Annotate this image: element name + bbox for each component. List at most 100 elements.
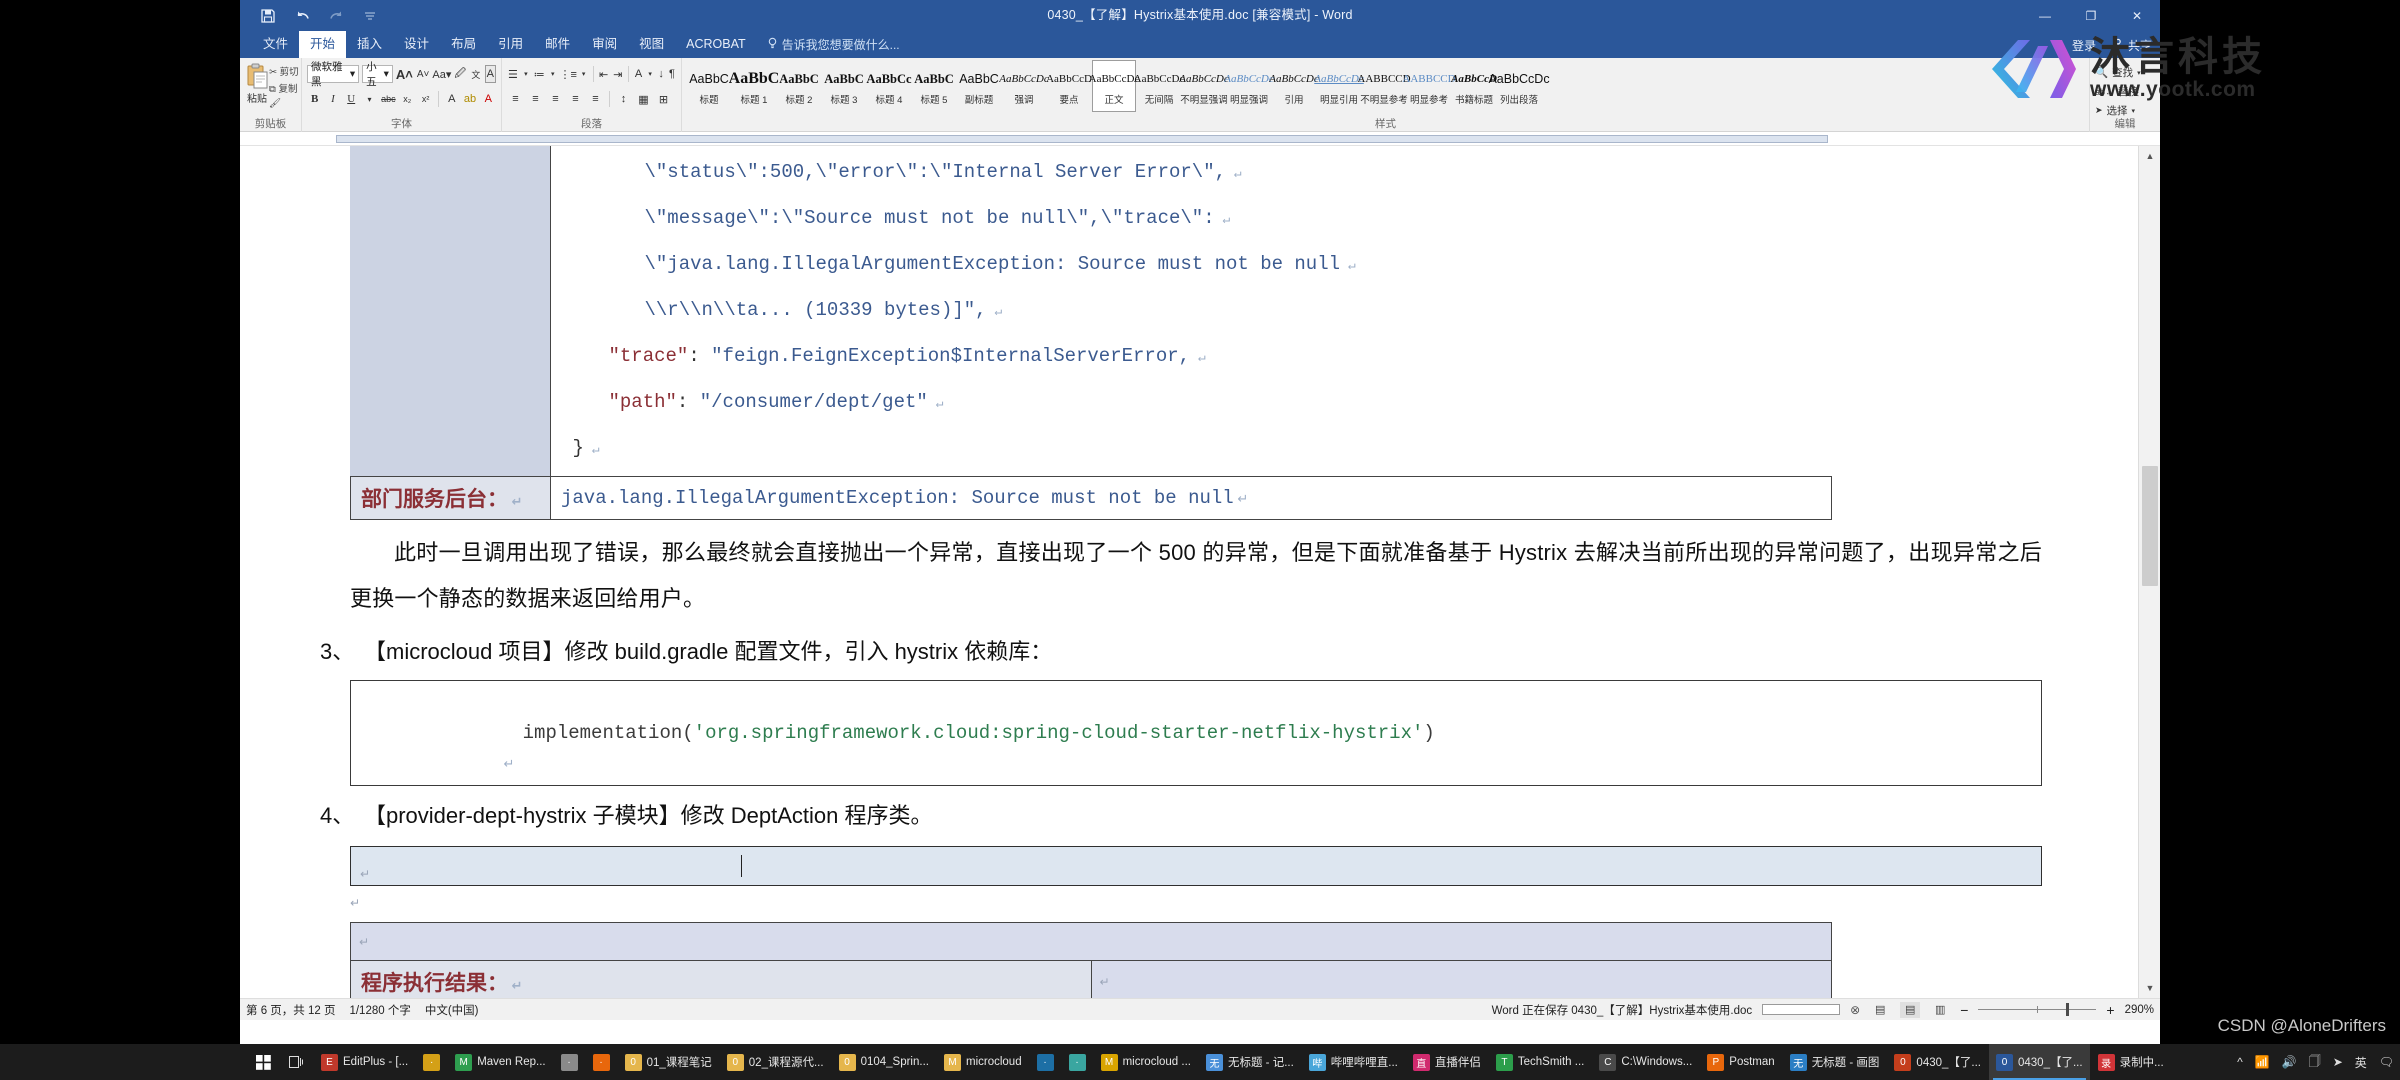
shrink-font-icon[interactable]: A˅ (416, 65, 431, 83)
language-indicator[interactable]: 中文(中国) (425, 1002, 479, 1018)
align-left-icon[interactable]: ≡ (507, 90, 524, 108)
change-case-icon[interactable]: Aa▾ (432, 65, 451, 83)
web-layout-view-icon[interactable]: ▥ (1930, 1002, 1950, 1018)
taskbar-item-1[interactable]: · (416, 1044, 447, 1080)
style-item-8[interactable]: AaBbCcD 要点 (1046, 60, 1092, 112)
read-mode-view-icon[interactable]: ▤ (1870, 1002, 1890, 1018)
taskbar-item-11[interactable]: Mmicrocloud ... (1094, 1044, 1198, 1080)
network-icon[interactable]: 📶 (2255, 1055, 2270, 1069)
close-button[interactable]: ✕ (2114, 0, 2160, 31)
show-marks-icon[interactable]: ¶ (668, 65, 676, 83)
body-paragraph-1[interactable]: 此时一旦调用出现了错误，那么最终就会直接抛出一个异常，直接出现了一个 500 的… (350, 530, 2042, 622)
restore-button[interactable]: ❐ (2068, 0, 2114, 31)
ime-icon[interactable]: 英 (2355, 1054, 2367, 1071)
text-highlight-icon[interactable]: ab (462, 90, 477, 108)
zoom-in-button[interactable]: + (2106, 1002, 2114, 1018)
replace-button[interactable]: ab↔ 替换 (2095, 83, 2155, 100)
tab-review[interactable]: 审阅 (581, 31, 628, 58)
style-item-0[interactable]: AaBbC 标题 (687, 60, 731, 112)
text-effects-icon[interactable]: A (444, 90, 459, 108)
scroll-down-icon[interactable]: ▼ (2139, 978, 2160, 998)
print-layout-view-icon[interactable]: ▤ (1900, 1001, 1921, 1018)
style-item-18[interactable]: AaBbCcDc 列出段落 (1488, 60, 1549, 112)
start-button[interactable] (248, 1044, 279, 1080)
taskbar-item-15[interactable]: T TechSmith ... (1489, 1044, 1591, 1080)
cut-button[interactable]: ✂ 剪切 (269, 64, 299, 78)
style-item-11[interactable]: AaBbCcDc 不明显强调 (1179, 60, 1228, 112)
style-item-15[interactable]: AABBCCD 不明显参考 (1357, 60, 1410, 112)
task-view-button[interactable] (281, 1044, 312, 1080)
phonetic-guide-icon[interactable]: 文 (470, 65, 481, 83)
bold-icon[interactable]: B (307, 90, 322, 108)
minimize-button[interactable]: — (2022, 0, 2068, 31)
format-painter-button[interactable]: 🖌 (269, 98, 299, 109)
superscript-icon[interactable]: x² (418, 90, 433, 108)
volume-icon[interactable]: 🔊 (2282, 1055, 2297, 1069)
result-content-cell[interactable]: ↵ (1090, 960, 1832, 998)
zoom-slider[interactable] (1978, 1003, 2097, 1017)
tab-references[interactable]: 引用 (487, 31, 534, 58)
style-item-14[interactable]: AaBbCcDc 明显引用 (1314, 60, 1363, 112)
style-item-6[interactable]: AaBbC 副标题 (957, 60, 1001, 112)
taskbar-item-3[interactable]: · (554, 1044, 585, 1080)
clipboard-icon[interactable]: 🗍 (2309, 1052, 2321, 1073)
styles-gallery[interactable]: AaBbC 标题 AaBbC 标题 1 AaBbC 标题 2 AaBbC 标题 3 AaBbCc… (687, 60, 2084, 112)
justify-icon[interactable]: ≡ (567, 90, 584, 108)
backend-content-cell[interactable]: java.lang.IllegalArgumentException: Sour… (550, 476, 1832, 520)
taskbar-item-16[interactable]: C C:\Windows... (1592, 1044, 1699, 1080)
font-color-icon[interactable]: A (481, 90, 496, 108)
tab-mailings[interactable]: 邮件 (534, 31, 581, 58)
notification-center-icon[interactable]: 🗨 (2379, 1055, 2394, 1069)
show-hidden-icons-icon[interactable]: ^ (2237, 1055, 2243, 1069)
taskbar-item-19[interactable]: 0 0430_【了... (1887, 1044, 1988, 1080)
align-center-icon[interactable]: ≡ (527, 90, 544, 108)
chevron-down-icon[interactable]: ▾ (362, 90, 377, 108)
taskbar-item-20[interactable]: 0 0430_【了... (1989, 1044, 2090, 1080)
chevron-down-icon[interactable]: ▾ (549, 65, 557, 83)
taskbar-item-18[interactable]: 无无标题 - 画图 (1783, 1044, 1887, 1080)
style-item-2[interactable]: AaBbC 标题 2 (777, 60, 821, 112)
find-button[interactable]: 🔍 查找 ▾ (2095, 64, 2155, 81)
chinese-layout-icon[interactable]: A (634, 65, 643, 83)
scroll-up-icon[interactable]: ▲ (2139, 146, 2160, 166)
copy-button[interactable]: ⧉ 复制 (269, 81, 299, 95)
zoom-knob[interactable] (2065, 1003, 2069, 1016)
underline-icon[interactable]: U (344, 90, 359, 108)
style-item-10[interactable]: AaBbCcDc 无间隔 (1134, 60, 1185, 112)
bullets-icon[interactable]: ☰ (507, 65, 519, 83)
zoom-level-label[interactable]: 290% (2125, 1004, 2154, 1016)
zoom-out-button[interactable]: − (1960, 1002, 1968, 1018)
result-spacer-cell[interactable]: ↵ (350, 922, 1832, 961)
style-item-1[interactable]: AaBbC 标题 1 (729, 60, 780, 112)
taskbar-item-6[interactable]: 0 02_课程源代... (720, 1044, 831, 1080)
document-page[interactable]: \"status\":500,\"error\":\"Internal Serv… (254, 146, 2138, 998)
signin-link[interactable]: 登录 (2072, 37, 2096, 54)
taskbar-item-9[interactable]: · (1030, 1044, 1061, 1080)
increase-indent-icon[interactable]: ⇥ (612, 65, 623, 83)
step-3-line[interactable]: 3、 【microcloud 项目】修改 build.gradle 配置文件，引… (320, 628, 2042, 676)
font-name-combo[interactable]: 微软雅黑 ▾ (307, 61, 360, 88)
chevron-down-icon[interactable]: ▾ (580, 65, 588, 83)
tab-acrobat[interactable]: ACROBAT (675, 31, 757, 58)
send-icon[interactable]: ➤ (2333, 1055, 2343, 1069)
line-spacing-icon[interactable]: ↕ (615, 90, 632, 108)
cancel-save-icon[interactable]: ⊗ (1850, 1003, 1860, 1017)
taskbar-item-10[interactable]: · (1062, 1044, 1093, 1080)
tab-design[interactable]: 设计 (393, 31, 440, 58)
style-item-4[interactable]: AaBbCc 标题 4 (866, 60, 911, 112)
tab-layout[interactable]: 布局 (440, 31, 487, 58)
decrease-indent-icon[interactable]: ⇤ (598, 65, 609, 83)
italic-icon[interactable]: I (325, 90, 340, 108)
chevron-down-icon[interactable]: ▾ (522, 65, 530, 83)
align-right-icon[interactable]: ≡ (547, 90, 564, 108)
clear-formatting-icon[interactable]: 🖉 (453, 65, 467, 83)
page-indicator[interactable]: 第 6 页，共 12 页 (246, 1002, 335, 1018)
strikethrough-icon[interactable]: abc (380, 90, 397, 108)
grow-font-icon[interactable]: A˄ (396, 65, 413, 83)
taskbar-item-4[interactable]: · (586, 1044, 617, 1080)
style-item-16[interactable]: AABBCCD 明显参考 (1402, 60, 1455, 112)
code-block-gradle[interactable]: implementation('org.springframework.clou… (350, 680, 2042, 786)
character-border-icon[interactable]: A (484, 65, 496, 83)
font-size-combo[interactable]: 小五 ▾ (362, 61, 393, 88)
taskbar-item-7[interactable]: 0 0104_Sprin... (832, 1044, 936, 1080)
